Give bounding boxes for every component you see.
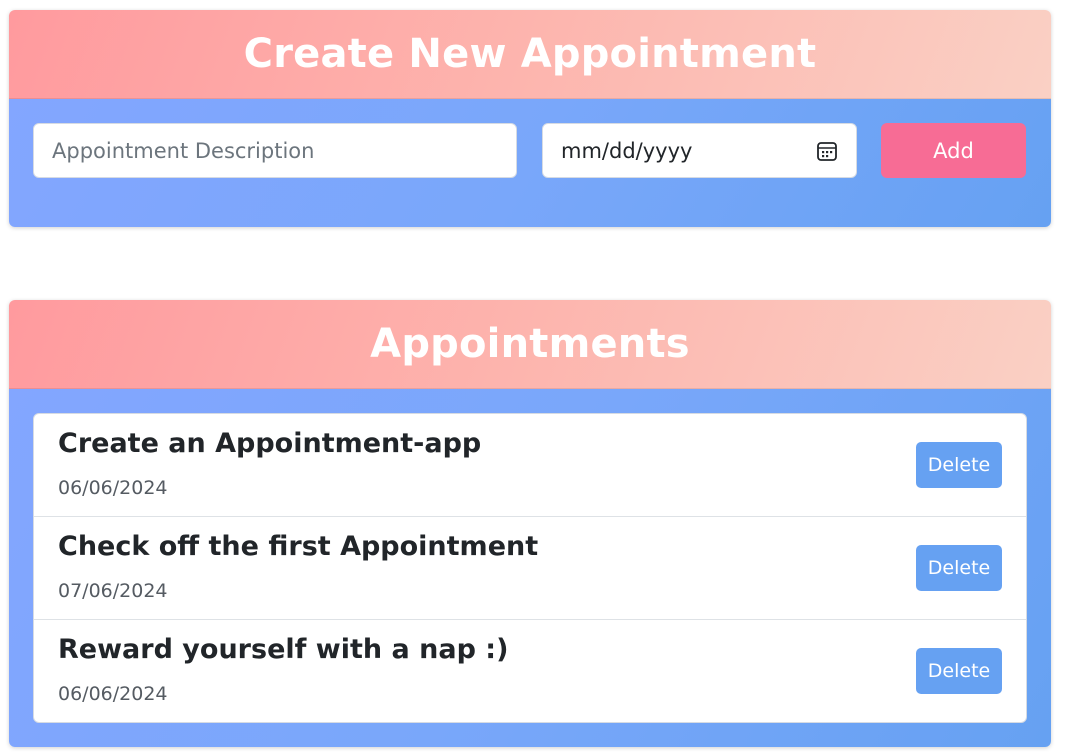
- create-appointment-form: Appointment Description mm/dd/yyyy Add: [9, 99, 1051, 227]
- delete-button[interactable]: Delete: [916, 442, 1002, 488]
- delete-button[interactable]: Delete: [916, 648, 1002, 694]
- add-appointment-button[interactable]: Add: [881, 123, 1026, 178]
- calendar-icon[interactable]: [816, 140, 838, 162]
- appointment-date: 06/06/2024: [58, 477, 168, 499]
- appointment-date: 07/06/2024: [58, 580, 168, 602]
- appointment-description-placeholder: Appointment Description: [52, 138, 315, 163]
- create-appointment-title: Create New Appointment: [243, 31, 817, 77]
- appointment-description-input[interactable]: Appointment Description: [33, 123, 517, 178]
- appointments-title: Appointments: [370, 321, 690, 367]
- create-appointment-card: Create New Appointment Appointment Descr…: [9, 10, 1051, 227]
- appointments-body: Create an Appointment-app 06/06/2024 Del…: [9, 389, 1051, 747]
- create-appointment-header: Create New Appointment: [9, 10, 1051, 99]
- appointment-date: 06/06/2024: [58, 683, 168, 705]
- appointment-list-item: Reward yourself with a nap :) 06/06/2024…: [34, 620, 1026, 722]
- appointment-title: Check off the first Appointment: [58, 531, 539, 562]
- appointments-list: Create an Appointment-app 06/06/2024 Del…: [33, 413, 1027, 723]
- appointment-title: Reward yourself with a nap :): [58, 634, 509, 665]
- appointments-card: Appointments Create an Appointment-app 0…: [9, 300, 1051, 747]
- delete-button[interactable]: Delete: [916, 545, 1002, 591]
- appointments-header: Appointments: [9, 300, 1051, 389]
- appointment-date-input[interactable]: mm/dd/yyyy: [542, 123, 857, 178]
- appointment-list-item: Create an Appointment-app 06/06/2024 Del…: [34, 414, 1026, 517]
- appointment-list-item: Check off the first Appointment 07/06/20…: [34, 517, 1026, 620]
- appointment-date-placeholder: mm/dd/yyyy: [561, 138, 693, 163]
- appointment-title: Create an Appointment-app: [58, 428, 482, 459]
